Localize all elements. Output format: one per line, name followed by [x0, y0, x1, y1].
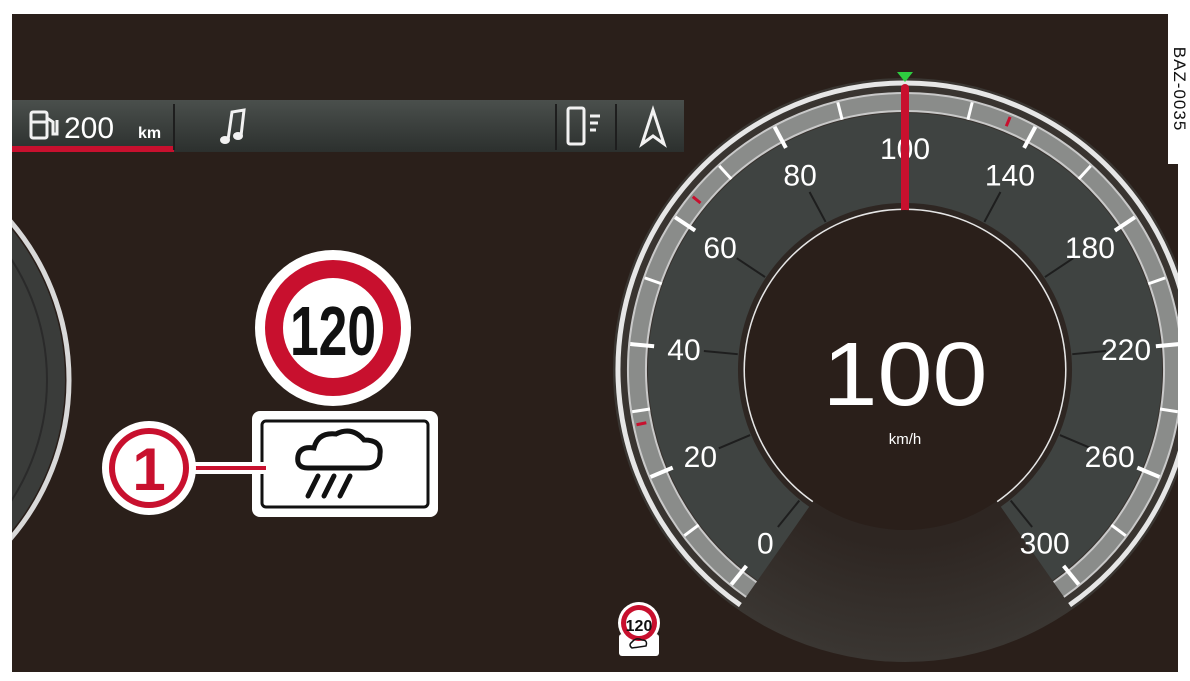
gauge-tick-label: 40 — [667, 334, 700, 367]
mini-speed-limit-value: 120 — [626, 618, 653, 635]
gauge-tick-label: 140 — [985, 159, 1035, 192]
range-unit: km — [138, 125, 161, 142]
speed-unit: km/h — [889, 431, 922, 448]
gauge-tick-label: 80 — [783, 159, 816, 192]
mini-speed-limit-indicator: 120 — [618, 602, 660, 656]
callout-number: 1 — [132, 436, 165, 503]
gauge-tick-mark — [1155, 342, 1178, 349]
document-id-label: BAZ-0035 — [1168, 14, 1190, 164]
gauge-tick-mark — [630, 342, 655, 349]
left-gauge-edge — [12, 219, 72, 541]
speed-limit-value: 120 — [290, 292, 376, 370]
gauge-red-tick — [636, 421, 647, 427]
gauge-tick-label: 220 — [1101, 334, 1151, 367]
gauge-tick-label: 300 — [1020, 528, 1070, 561]
gauge-tick-label: 60 — [703, 232, 736, 265]
instrument-cluster-screen: 200 km 120 1 120 0 20 40 60 80 140 180 2… — [12, 14, 1178, 672]
range-underline — [12, 146, 174, 152]
rain-supplementary-panel — [252, 411, 438, 517]
gauge-tick-label: 0 — [757, 528, 774, 561]
gauge-tick-label: 20 — [684, 441, 717, 474]
speedometer: 020406080100140180220260300 100 km/h — [613, 72, 1178, 662]
range-value: 200 — [64, 112, 114, 145]
gauge-tick-label: 180 — [1065, 232, 1115, 265]
callout-marker: 1 — [102, 421, 266, 515]
top-info-bar: 200 km — [12, 100, 684, 152]
gauge-tick-label: 260 — [1085, 441, 1135, 474]
current-speed: 100 — [823, 325, 988, 425]
speed-limit-sign: 120 — [255, 250, 411, 406]
cluster-graphic: 200 km 120 1 120 020406080 1401802202603… — [12, 72, 1178, 662]
